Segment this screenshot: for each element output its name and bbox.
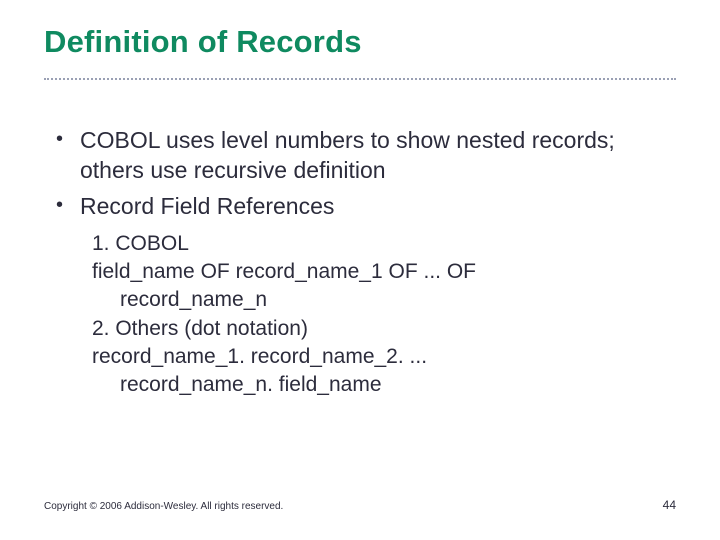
title-divider — [44, 78, 676, 80]
footer: Copyright © 2006 Addison-Wesley. All rig… — [44, 498, 676, 512]
slide-body: COBOL uses level numbers to show nested … — [44, 126, 676, 400]
sub-line: field_name OF record_name_1 OF ... OF — [92, 258, 676, 286]
slide: Definition of Records COBOL uses level n… — [0, 0, 720, 540]
slide-title: Definition of Records — [44, 24, 676, 60]
sub-content: 1. COBOL field_name OF record_name_1 OF … — [48, 230, 676, 400]
sub-line-indent: record_name_n — [92, 286, 676, 314]
bullet-list: COBOL uses level numbers to show nested … — [48, 126, 676, 222]
sub-line: 2. Others (dot notation) — [92, 315, 676, 343]
copyright-text: Copyright © 2006 Addison-Wesley. All rig… — [44, 501, 283, 512]
sub-line: record_name_1. record_name_2. ... — [92, 343, 676, 371]
bullet-item: Record Field References — [48, 192, 676, 222]
bullet-item: COBOL uses level numbers to show nested … — [48, 126, 676, 186]
sub-line-indent: record_name_n. field_name — [92, 371, 676, 399]
page-number: 44 — [663, 498, 676, 512]
sub-line: 1. COBOL — [92, 230, 676, 258]
